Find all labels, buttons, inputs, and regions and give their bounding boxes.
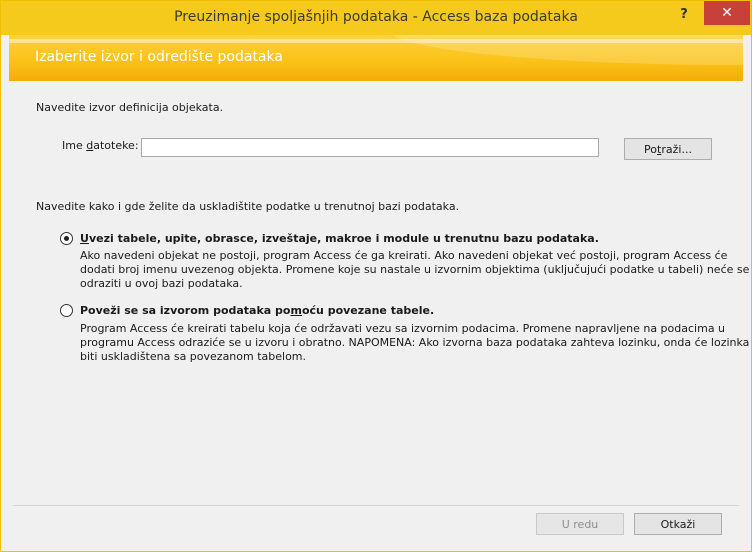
- help-button[interactable]: ?: [669, 4, 699, 26]
- title-bar[interactable]: Preuzimanje spoljašnjih podataka - Acces…: [1, 1, 751, 35]
- storage-instruction: Navedite kako i gde želite da uskladišti…: [36, 200, 460, 213]
- cancel-button[interactable]: Otkaži: [634, 513, 722, 535]
- link-option-label[interactable]: Poveži se sa izvorom podataka pomoću pov…: [80, 304, 434, 317]
- link-option-description: Program Access će kreirati tabelu koja ć…: [80, 322, 749, 364]
- link-label-post: oću povezane tabele.: [301, 304, 435, 317]
- browse-label-pre: Po: [644, 143, 658, 156]
- link-label-pre: Poveži se sa izvorom podataka po: [80, 304, 291, 317]
- close-button[interactable]: ✕: [704, 1, 750, 25]
- import-desc-line: Ako navedeni objekat ne postoji, program…: [80, 249, 728, 262]
- link-desc-line: Program Access će kreirati tabelu koja ć…: [80, 322, 726, 335]
- file-name-label-post: atoteke:: [93, 139, 139, 152]
- window-title: Preuzimanje spoljašnjih podataka - Acces…: [174, 9, 578, 25]
- browse-button[interactable]: Potraži...: [624, 138, 712, 160]
- file-name-label-pre: Ime: [62, 139, 87, 152]
- dialog-window: Preuzimanje spoljašnjih podataka - Acces…: [0, 0, 752, 552]
- link-desc-line: programu Access odraziće se u izvoru i o…: [80, 336, 750, 349]
- banner-gloss: [389, 35, 743, 65]
- footer-divider: [13, 505, 739, 506]
- import-desc-line: dodati broj imenu uvezenog objekta. Prom…: [80, 263, 750, 276]
- ok-button[interactable]: U redu: [536, 513, 624, 535]
- header-banner: Izaberite izvor i odredište podataka: [9, 35, 743, 81]
- banner-title: Izaberite izvor i odredište podataka: [35, 49, 283, 65]
- link-label-mnemonic: m: [290, 304, 302, 317]
- source-instruction: Navedite izvor definicija objekata.: [36, 101, 224, 114]
- close-icon: ✕: [721, 5, 733, 21]
- import-option-label[interactable]: Uvezi tabele, upite, obrasce, izveštaje,…: [80, 232, 599, 245]
- file-name-label: Ime datoteke:: [62, 139, 139, 152]
- radio-selected-dot: [64, 236, 69, 241]
- import-label-mnemonic: U: [80, 232, 89, 245]
- browse-label-post: raži...: [661, 143, 692, 156]
- file-name-input[interactable]: [141, 138, 599, 157]
- import-option-description: Ako navedeni objekat ne postoji, program…: [80, 249, 749, 291]
- import-label-rest: vezi tabele, upite, obrasce, izveštaje, …: [88, 232, 599, 245]
- import-radio[interactable]: [60, 232, 73, 245]
- import-desc-line: odraziti u ovoj bazi podataka.: [80, 277, 243, 290]
- link-radio[interactable]: [60, 304, 73, 317]
- link-desc-line: biti uskladištena sa povezanom tabelom.: [80, 350, 307, 363]
